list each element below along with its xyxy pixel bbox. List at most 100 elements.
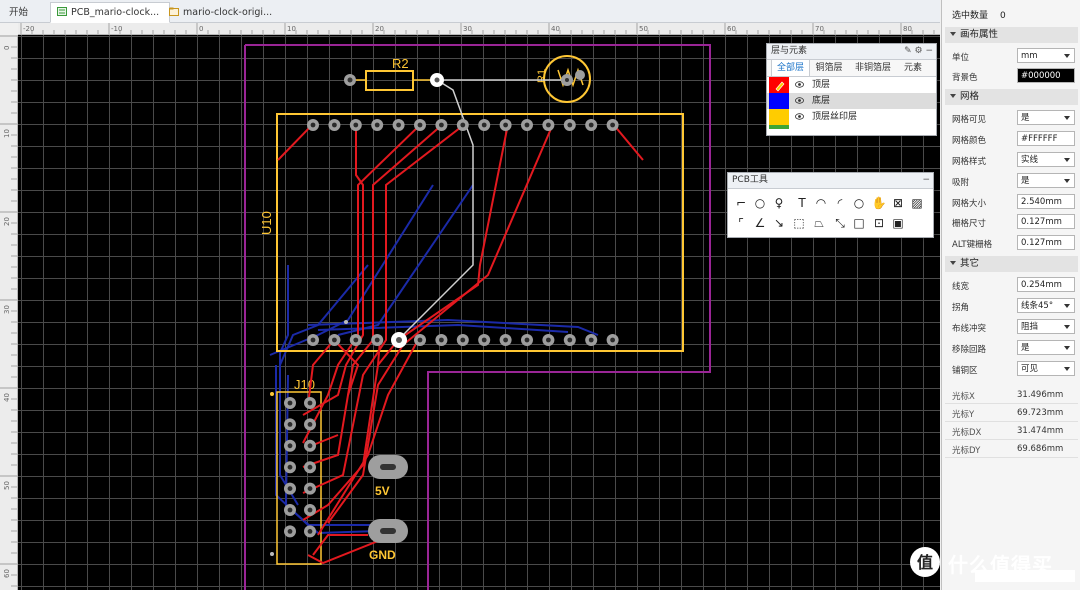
snap-size-input[interactable]: 0.127mm <box>1017 214 1075 229</box>
polygon-icon[interactable]: ⏢ <box>811 215 827 231</box>
tab-label: PCB_mario-clock... <box>71 7 160 18</box>
tab-copper-layers[interactable]: 铜箔层 <box>810 60 848 76</box>
copper-area-select[interactable]: 可见 <box>1017 361 1075 376</box>
layers-panel[interactable]: 层与元素 ✎ ⚙ − 全部层 铜箔层 非铜箔层 元素 顶层 底层 顶层丝印层 <box>766 43 937 136</box>
pad-icon[interactable]: ○ <box>752 195 768 211</box>
layer-color-swatch[interactable] <box>769 77 789 93</box>
tab-label: mario-clock-origi... <box>183 7 273 18</box>
image-icon[interactable]: ▨ <box>909 195 925 211</box>
alt-snap-input[interactable]: 0.127mm <box>1017 235 1075 250</box>
vertical-ruler: 0 10 20 30 40 50 60 <box>0 35 18 590</box>
region-icon[interactable]: ⬚ <box>791 215 807 231</box>
track-icon[interactable]: ⌐ <box>733 195 749 211</box>
settings-icon[interactable]: ⚙ <box>915 46 923 56</box>
label-r1: R1 <box>536 69 548 83</box>
pad-hole <box>524 337 530 343</box>
unit-select[interactable]: mm <box>1017 48 1075 63</box>
corner-select[interactable]: 线条45° <box>1017 298 1075 313</box>
eye-icon[interactable] <box>795 81 804 88</box>
grid-style-select[interactable]: 实线 <box>1017 152 1075 167</box>
hole-icon[interactable]: ⊠ <box>890 195 906 211</box>
ruler-label: 30 <box>3 305 11 314</box>
pad-hole <box>460 337 466 343</box>
routing-conflict-select[interactable]: 阻挡 <box>1017 319 1075 334</box>
prop-corner: 拐角 线条45° <box>945 296 1078 316</box>
collapse-icon <box>950 32 956 36</box>
eye-icon[interactable] <box>795 97 804 104</box>
via-icon[interactable]: ♀ <box>771 195 787 211</box>
snap-select[interactable]: 是 <box>1017 173 1075 188</box>
eye-icon[interactable] <box>795 113 804 120</box>
tab-label: 开始 <box>9 7 29 18</box>
label-gnd: GND <box>369 548 396 562</box>
tab-mario-clock-original[interactable]: mario-clock-origi... <box>162 2 282 23</box>
arc-center-icon[interactable]: ◜ <box>832 195 848 211</box>
prop-grid-visible: 网格可见是 <box>945 108 1078 128</box>
pencil-icon <box>775 81 785 92</box>
line-width-input[interactable]: 0.254mm <box>1017 277 1075 292</box>
tab-all-layers[interactable]: 全部层 <box>771 60 810 76</box>
layer-row-silkscreen[interactable]: 顶层丝印层 <box>767 109 936 125</box>
prop-remove-loops: 移除回路是 <box>945 338 1078 358</box>
board-outline-icon[interactable]: ▣ <box>890 215 906 231</box>
pad-hole <box>287 400 293 406</box>
rect-icon[interactable]: □ <box>851 215 867 231</box>
tab-elements[interactable]: 元素 <box>898 60 928 76</box>
grid-size-input[interactable]: 2.540mm <box>1017 194 1075 209</box>
section-grid[interactable]: 网格 <box>945 89 1078 105</box>
ruler-label: -10 <box>111 25 122 33</box>
section-canvas-properties[interactable]: 画布属性 <box>945 27 1078 43</box>
pad-hole <box>307 486 313 491</box>
ratsnest-line[interactable] <box>397 79 567 341</box>
dropdown-arrow-icon <box>1064 367 1070 371</box>
u10-outline <box>276 113 684 352</box>
pad-hole <box>567 122 573 128</box>
layer-row-top[interactable]: 顶层 <box>767 77 936 93</box>
text-icon[interactable]: T <box>794 195 810 211</box>
ruler-label: 0 <box>3 46 11 50</box>
corner-icon[interactable]: ⌜ <box>733 215 749 231</box>
layer-color-swatch[interactable] <box>769 109 789 125</box>
u10-top-pads[interactable] <box>307 119 619 131</box>
tab-pcb-mario-clock[interactable]: PCB_mario-clock... <box>50 2 170 23</box>
pad-hole <box>546 122 551 128</box>
layer-row-bottom[interactable]: 底层 <box>767 93 936 109</box>
remove-loops-select[interactable]: 是 <box>1017 340 1075 355</box>
tab-non-copper-layers[interactable]: 非铜箔层 <box>849 60 897 76</box>
properties-panel: 选中数量 0 画布属性 单位 mm 背景色 #000000 网格 网格可见是 网格颜色… <box>941 0 1080 590</box>
u10-bottom-pads[interactable] <box>307 334 619 346</box>
label-5v: 5V <box>375 484 390 498</box>
dropdown-arrow-icon <box>1064 179 1070 183</box>
pad-hole <box>374 337 380 343</box>
background-color-input[interactable]: #000000 <box>1017 68 1075 83</box>
section-other[interactable]: 其它 <box>945 256 1078 272</box>
pad-hole <box>332 122 337 128</box>
dimension-icon[interactable]: ↘ <box>771 215 787 231</box>
prop-snap-size: 栅格尺寸 0.127mm <box>945 212 1078 232</box>
layer-color-swatch[interactable] <box>769 93 789 109</box>
arc-icon[interactable]: ◠ <box>813 195 829 211</box>
pad-hole <box>307 443 313 449</box>
pad-hole <box>307 422 313 427</box>
pad-hole <box>310 122 316 128</box>
pad-hole <box>310 337 316 343</box>
grid-visible-select[interactable]: 是 <box>1017 110 1075 125</box>
dropdown-arrow-icon <box>1064 346 1070 350</box>
connect-icon[interactable]: ⤡ <box>832 215 848 231</box>
canvas-origin-icon[interactable]: ⊡ <box>871 215 887 231</box>
pcb-tools-panel[interactable]: PCB工具 − ⌐ ○ ♀ T ◠ ◜ ○ ✋ ⊠ ▨ ⌜ ∠ ↘ ⬚ ⏢ ⤡ … <box>727 172 934 238</box>
layer-name: 底层 <box>812 96 831 106</box>
minimize-icon[interactable]: − <box>922 173 930 188</box>
layer-color-swatch-partial <box>769 125 789 129</box>
circle-icon[interactable]: ○ <box>851 195 867 211</box>
pad-hole <box>332 337 337 343</box>
schematic-file-icon <box>169 7 179 16</box>
ruler-label: 60 <box>727 25 736 33</box>
minimize-icon[interactable]: − <box>925 46 933 56</box>
hand-icon[interactable]: ✋ <box>871 195 887 211</box>
grid-color-input[interactable]: #FFFFFF <box>1017 131 1075 146</box>
angle-icon[interactable]: ∠ <box>752 215 768 231</box>
pin-icon[interactable]: ✎ <box>904 46 912 56</box>
tab-start[interactable]: 开始 <box>2 2 44 23</box>
pad-hole <box>307 529 313 534</box>
